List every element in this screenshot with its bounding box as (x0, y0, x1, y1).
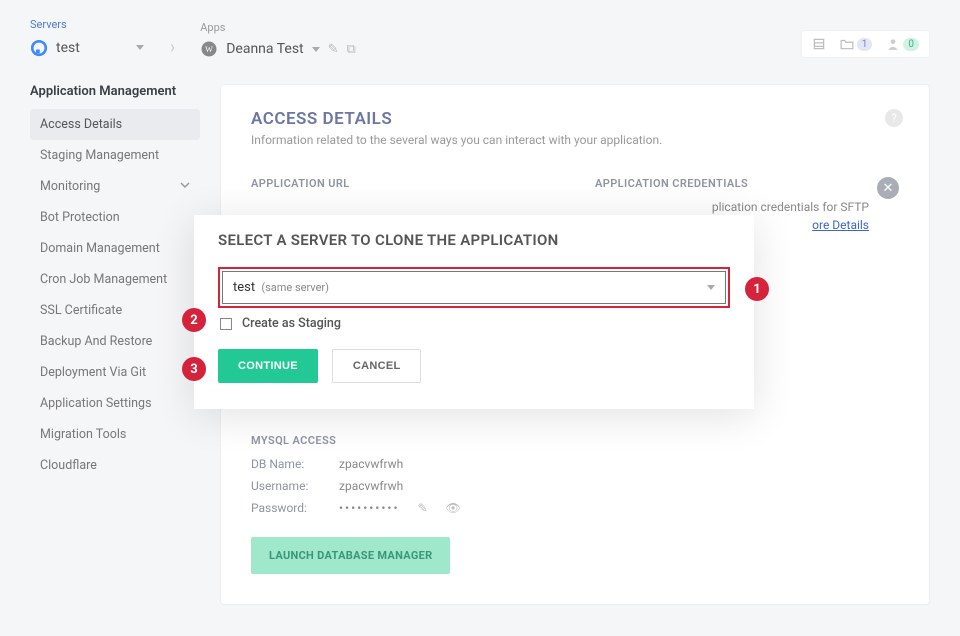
annotation-3: 3 (182, 357, 206, 381)
annotation-2: 2 (182, 308, 206, 332)
sidebar-item-access-details[interactable]: Access Details (30, 109, 200, 140)
chevron-down-icon[interactable] (312, 47, 320, 52)
pencil-icon[interactable]: ✎ (418, 501, 428, 515)
top-right-toolbar: 1 0 (801, 30, 930, 58)
app-name[interactable]: Deanna Test (226, 41, 303, 57)
top-bar: Servers test › Apps W Deanna Test ✎ ⧉ (0, 0, 960, 64)
wordpress-icon: W (200, 40, 218, 58)
sidebar-title: Application Management (30, 84, 200, 99)
external-link-icon[interactable]: ⧉ (347, 42, 356, 57)
user-badge[interactable]: 0 (886, 37, 919, 51)
pencil-icon[interactable]: ✎ (328, 42, 339, 57)
sidebar-item-migration[interactable]: Migration Tools (30, 419, 200, 450)
modal-title: SELECT A SERVER TO CLONE THE APPLICATION (218, 231, 730, 249)
folder-count: 1 (857, 38, 873, 51)
cred-heading: APPLICATION CREDENTIALS (595, 177, 869, 190)
panel-title: ACCESS DETAILS (251, 109, 899, 129)
cancel-button[interactable]: CANCEL (332, 349, 422, 383)
cred-link[interactable]: ore Details (812, 218, 869, 232)
server-select-highlight: test (same server) (218, 267, 730, 308)
chevron-down-icon (180, 179, 190, 194)
svg-text:W: W (205, 45, 213, 54)
folder-badge[interactable]: 1 (840, 38, 873, 51)
cred-text: plication credentials for SFTP (712, 200, 869, 214)
breadcrumb-apps: Apps W Deanna Test ✎ ⧉ (200, 21, 356, 58)
chevron-down-icon[interactable] (136, 45, 144, 50)
user-count: 0 (903, 38, 919, 51)
sidebar-item-settings[interactable]: Application Settings (30, 388, 200, 419)
staging-checkbox[interactable] (220, 318, 232, 330)
sidebar-item-bot[interactable]: Bot Protection (30, 202, 200, 233)
list-icon[interactable] (812, 37, 826, 51)
launch-db-button[interactable]: LAUNCH DATABASE MANAGER (251, 537, 450, 574)
panel-desc: Information related to the several ways … (251, 133, 899, 147)
server-select[interactable]: test (same server) (222, 271, 726, 304)
server-name[interactable]: test (56, 40, 80, 56)
user-key: Username: (251, 479, 321, 493)
db-key: DB Name: (251, 457, 321, 471)
annotation-1: 1 (745, 277, 769, 301)
clone-modal: SELECT A SERVER TO CLONE THE APPLICATION… (194, 215, 754, 409)
mysql-heading: MYSQL ACCESS (251, 434, 899, 447)
select-value: test (233, 280, 255, 295)
sidebar-item-ssl[interactable]: SSL Certificate (30, 295, 200, 326)
pass-val: •••••••••• (339, 501, 400, 515)
sidebar-item-cron[interactable]: Cron Job Management (30, 264, 200, 295)
servers-label: Servers (30, 18, 175, 31)
ch chevron-down-icon (707, 285, 715, 290)
digitalocean-icon (30, 39, 48, 57)
breadcrumb-servers: Servers test › (30, 18, 175, 58)
sidebar-item-staging[interactable]: Staging Management (30, 140, 200, 171)
apps-label: Apps (200, 21, 356, 34)
sidebar-item-cloudflare[interactable]: Cloudflare (30, 450, 200, 481)
select-hint: (same server) (261, 281, 329, 294)
user-val: zpacvwfrwh (339, 479, 403, 493)
pass-key: Password: (251, 501, 321, 515)
sidebar-item-deploy[interactable]: Deployment Via Git (30, 357, 200, 388)
eye-icon[interactable]: 👁 (446, 501, 461, 515)
help-icon[interactable]: ? (885, 109, 903, 127)
db-val: zpacvwfrwh (339, 457, 403, 471)
sidebar-item-monitoring[interactable]: Monitoring (30, 171, 200, 202)
sidebar-item-domain[interactable]: Domain Management (30, 233, 200, 264)
close-icon[interactable]: ✕ (877, 177, 899, 199)
mysql-section: MYSQL ACCESS DB Name: zpacvwfrwh Username… (251, 434, 899, 574)
sidebar: Application Management Access Details St… (30, 84, 200, 605)
staging-row: Create as Staging (220, 316, 730, 331)
sidebar-item-backup[interactable]: Backup And Restore (30, 326, 200, 357)
continue-button[interactable]: CONTINUE (218, 349, 318, 383)
chevron-right-icon: › (170, 37, 175, 58)
staging-label: Create as Staging (242, 316, 341, 331)
app-url-heading: APPLICATION URL (251, 177, 555, 190)
